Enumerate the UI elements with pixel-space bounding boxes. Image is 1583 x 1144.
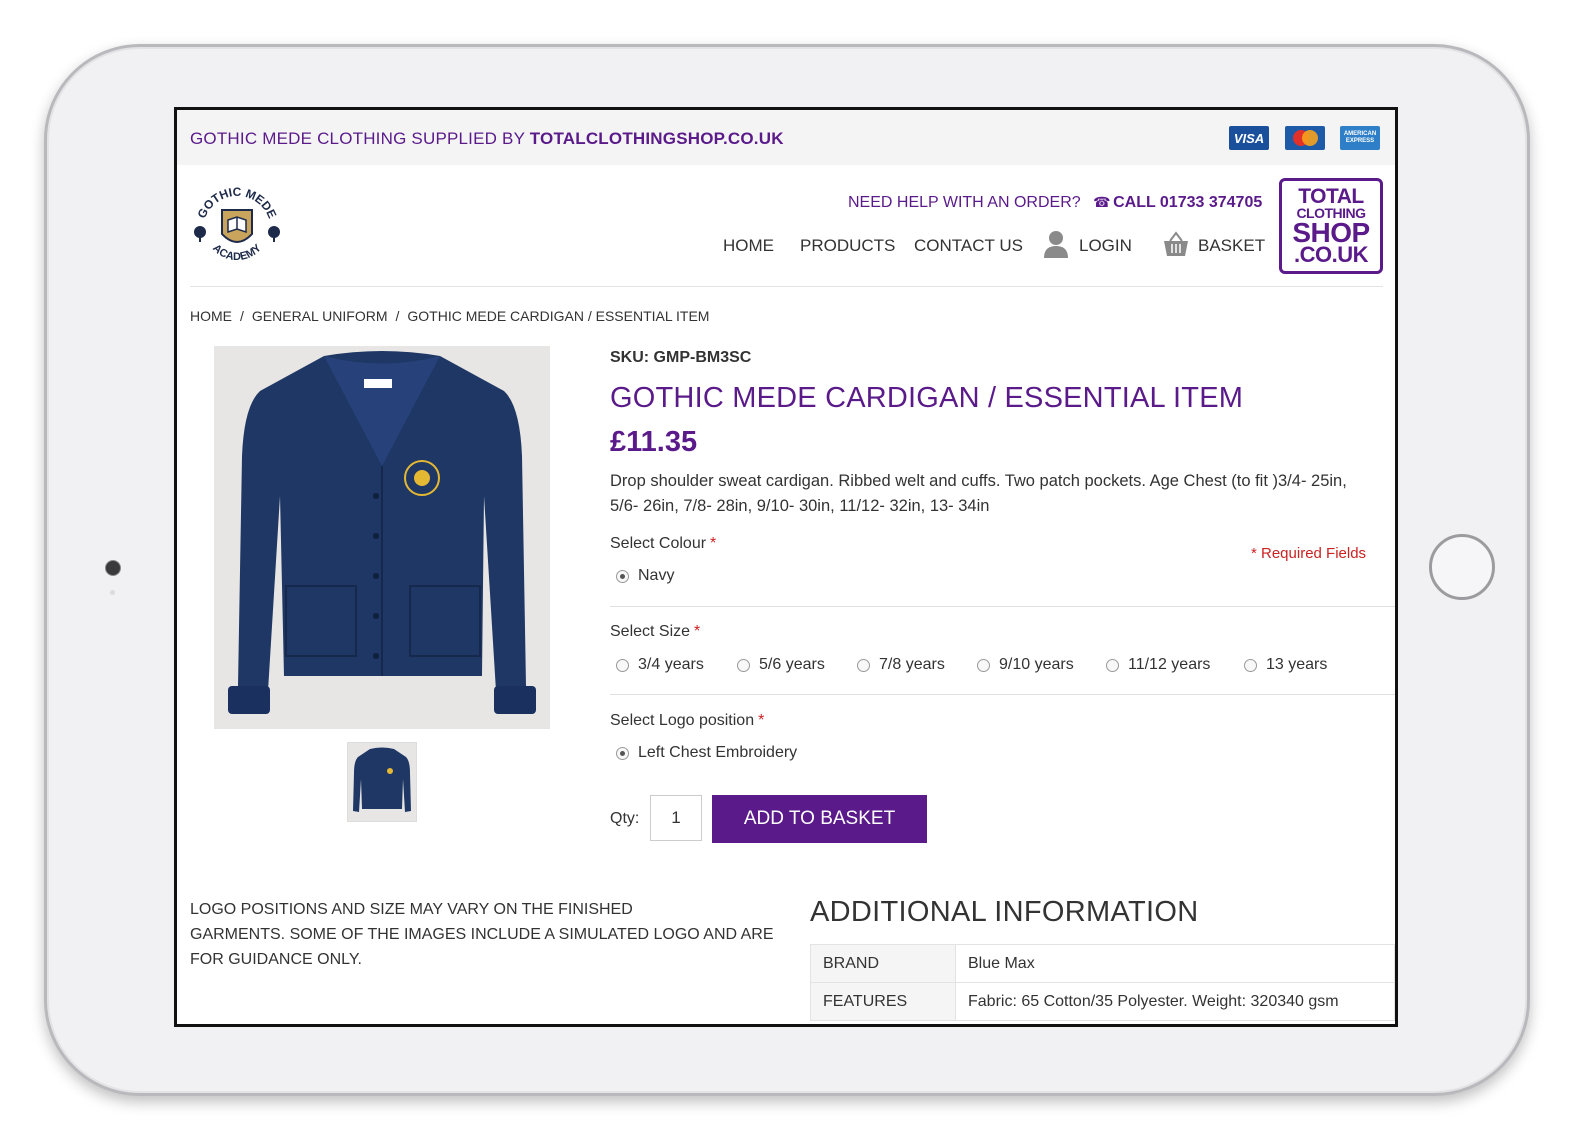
additional-info-heading: ADDITIONAL INFORMATION bbox=[810, 896, 1199, 928]
radio-icon[interactable] bbox=[616, 658, 629, 672]
nav-contact[interactable]: CONTACT US bbox=[914, 236, 1023, 256]
divider bbox=[610, 606, 1395, 607]
amex-icon: AMERICAN EXPRESS bbox=[1340, 126, 1380, 150]
radio-selected-icon[interactable] bbox=[616, 569, 629, 583]
shop-logo[interactable]: TOTAL CLOTHING SHOP .CO.UK bbox=[1279, 178, 1383, 274]
product-thumbnail[interactable] bbox=[347, 742, 417, 822]
table-row: BRAND Blue Max bbox=[810, 944, 1395, 983]
help-text: NEED HELP WITH AN ORDER? bbox=[848, 194, 1081, 211]
nav-home[interactable]: HOME bbox=[723, 236, 774, 256]
screen: GOTHIC MEDE CLOTHING SUPPLIED BY TOTALCL… bbox=[174, 107, 1398, 1027]
size-option-11-12[interactable]: 11/12 years bbox=[1106, 656, 1210, 674]
qty-label: Qty: bbox=[610, 810, 640, 827]
table-value: Blue Max bbox=[955, 944, 1395, 983]
svg-text:ACADEMY: ACADEMY bbox=[210, 242, 264, 263]
table-key: BRAND bbox=[810, 944, 956, 983]
logo-option-left-chest[interactable]: Left Chest Embroidery bbox=[616, 744, 797, 762]
size-option-13[interactable]: 13 years bbox=[1244, 656, 1327, 674]
phone-icon: ☎ bbox=[1093, 194, 1111, 210]
product-image[interactable] bbox=[214, 346, 550, 729]
call-link[interactable]: CALL 01733 374705 bbox=[1113, 194, 1262, 211]
additional-info-table: BRAND Blue Max FEATURES Fabric: 65 Cotto… bbox=[810, 944, 1395, 1021]
size-option-5-6[interactable]: 5/6 years bbox=[737, 656, 825, 674]
basket-icon[interactable] bbox=[1162, 230, 1190, 258]
description-line-1: Drop shoulder sweat cardigan. Ribbed wel… bbox=[610, 472, 1347, 490]
header-divider bbox=[190, 286, 1383, 287]
camera-icon bbox=[105, 560, 121, 576]
home-button[interactable] bbox=[1429, 534, 1495, 600]
supplier-prefix: GOTHIC MEDE CLOTHING SUPPLIED BY bbox=[190, 129, 530, 148]
colour-label: Select Colour * bbox=[610, 535, 717, 552]
breadcrumb: HOME / GENERAL UNIFORM / GOTHIC MEDE CARDIGA… bbox=[190, 308, 710, 324]
radio-icon[interactable] bbox=[977, 658, 990, 672]
nav-login[interactable]: LOGIN bbox=[1079, 236, 1132, 256]
mastercard-icon bbox=[1285, 126, 1325, 150]
size-option-9-10[interactable]: 9/10 years bbox=[977, 656, 1074, 674]
description-line-2: 5/6- 26in, 7/8- 28in, 9/10- 30in, 11/12-… bbox=[610, 497, 990, 515]
school-logo-bottom-text: ACADEMY bbox=[210, 242, 264, 263]
logo-disclaimer: LOGO POSITIONS AND SIZE MAY VARY ON THE … bbox=[190, 901, 774, 968]
product-title: GOTHIC MEDE CARDIGAN / ESSENTIAL ITEM bbox=[610, 382, 1244, 414]
school-logo[interactable]: GOTHIC MEDE ACADEMY bbox=[190, 180, 284, 274]
size-label: Select Size * bbox=[610, 623, 701, 640]
qty-input[interactable]: 1 bbox=[650, 795, 702, 841]
table-row: FEATURES Fabric: 65 Cotton/35 Polyester.… bbox=[810, 982, 1395, 1021]
add-to-basket-button[interactable]: ADD TO BASKET bbox=[712, 795, 927, 843]
table-value: Fabric: 65 Cotton/35 Polyester. Weight: … bbox=[955, 982, 1395, 1021]
breadcrumb-category[interactable]: GENERAL UNIFORM bbox=[252, 308, 388, 324]
logo-position-label: Select Logo position * bbox=[610, 712, 765, 729]
help-line: NEED HELP WITH AN ORDER? ☎ CALL 01733 374… bbox=[848, 194, 1262, 212]
radio-icon[interactable] bbox=[1106, 658, 1119, 672]
size-option-7-8[interactable]: 7/8 years bbox=[857, 656, 945, 674]
shop-logo-line4: .CO.UK bbox=[1294, 242, 1369, 267]
product-sku: SKU: GMP-BM3SC bbox=[610, 349, 752, 366]
nav-products[interactable]: PRODUCTS bbox=[800, 236, 895, 256]
visa-icon: VISA bbox=[1229, 126, 1269, 150]
radio-icon[interactable] bbox=[737, 658, 750, 672]
supplier-notice: GOTHIC MEDE CLOTHING SUPPLIED BY TOTALCL… bbox=[190, 129, 784, 149]
radio-selected-icon[interactable] bbox=[616, 746, 629, 760]
required-fields-note: * Required Fields bbox=[1251, 545, 1367, 562]
colour-option-navy[interactable]: Navy bbox=[616, 567, 674, 585]
breadcrumb-home[interactable]: HOME bbox=[190, 308, 232, 324]
nav-basket[interactable]: BASKET bbox=[1198, 236, 1265, 256]
divider bbox=[610, 694, 1395, 695]
radio-icon[interactable] bbox=[1244, 658, 1257, 672]
shop-logo-line1: TOTAL bbox=[1298, 185, 1364, 208]
user-icon[interactable] bbox=[1043, 230, 1069, 258]
product-price: £11.35 bbox=[610, 426, 698, 458]
supplier-site-link[interactable]: TOTALCLOTHINGSHOP.CO.UK bbox=[530, 129, 784, 148]
radio-icon[interactable] bbox=[857, 658, 870, 672]
product-description: Drop shoulder sweat cardigan. Ribbed wel… bbox=[610, 469, 1395, 519]
breadcrumb-current: GOTHIC MEDE CARDIGAN / ESSENTIAL ITEM bbox=[407, 308, 710, 324]
table-key: FEATURES bbox=[810, 982, 956, 1021]
top-bar: GOTHIC MEDE CLOTHING SUPPLIED BY TOTALCL… bbox=[177, 110, 1395, 165]
size-option-3-4[interactable]: 3/4 years bbox=[616, 656, 704, 674]
sensor-dot bbox=[110, 590, 115, 595]
